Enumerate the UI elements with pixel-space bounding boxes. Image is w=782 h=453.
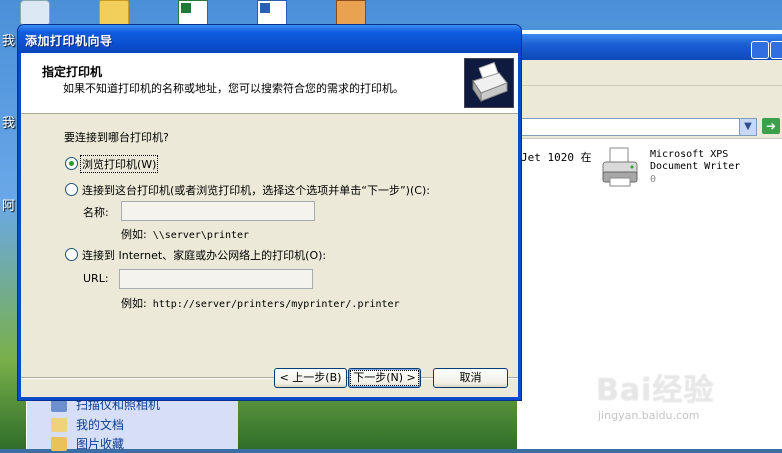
go-arrow-icon[interactable]: ➜ (762, 118, 780, 134)
next-button-label: 下一步(N) > (350, 370, 419, 386)
url-example: 例如: http://server/printers/myprinter/.pr… (121, 295, 400, 311)
example-value: \\server\printer (152, 230, 250, 241)
cancel-button[interactable]: 取消 (433, 368, 508, 388)
printer-icon[interactable] (600, 146, 642, 190)
desktop-label-fragment: 我 (2, 116, 16, 131)
wizard-header-title: 指定打印机 (42, 65, 103, 79)
dialog-client-area: 指定打印机 如果不知道打印机的名称或地址，您可以搜索符合您的需求的打印机。 要连… (21, 53, 518, 397)
back-button[interactable]: < 上一步(B) (274, 368, 347, 388)
printer-url-input[interactable] (119, 269, 313, 289)
word-file-icon[interactable] (257, 0, 287, 26)
address-input[interactable] (517, 118, 741, 136)
wizard-header-subtitle: 如果不知道打印机的名称或地址，您可以搜索符合您的需求的打印机。 (63, 82, 404, 95)
add-printer-wizard-dialog: 添加打印机向导 指定打印机 如果不知道打印机的名称或地址，您可以搜索符合您的需求… (17, 24, 522, 401)
dialog-titlebar[interactable]: 添加打印机向导 (18, 25, 521, 53)
address-bar: ▼ ➜ (517, 116, 782, 139)
task-item-my-pictures[interactable]: 图片收藏 (76, 435, 124, 453)
task-item-my-documents[interactable]: 我的文档 (76, 416, 124, 434)
printer-name-input[interactable] (121, 201, 315, 221)
desktop-icon-network[interactable] (20, 0, 50, 26)
printer-queue-count: 0 (650, 174, 657, 185)
folder-icon[interactable] (99, 0, 129, 26)
radio-label: 连接到这台打印机(或者浏览打印机，选择这个选项并单击“下一步”)(C): (82, 184, 430, 197)
desktop-label-fragment: 阿 (2, 199, 16, 214)
excel-file-icon[interactable] (178, 0, 208, 26)
name-example: 例如: \\server\printer (121, 226, 249, 242)
question-label: 要连接到哪台打印机? (64, 131, 169, 144)
radio-browse-printer[interactable] (65, 157, 78, 170)
baidu-jingyan-watermark: Bai经验 jingyan.baidu.com (596, 365, 782, 449)
desktop-label-fragment: 我 (2, 34, 16, 49)
wizard-header: 指定打印机 如果不知道打印机的名称或地址，您可以搜索符合您的需求的打印机。 (21, 53, 518, 114)
image-file-icon[interactable] (336, 0, 366, 26)
radio-label: 连接到 Internet、家庭或办公网络上的打印机(O): (82, 249, 327, 262)
printer-name-line: Document Writer (650, 161, 741, 172)
radio-label: 浏览打印机(W) (80, 155, 159, 173)
minimize-button[interactable] (751, 41, 769, 59)
example-value: http://server/printers/myprinter/.printe… (152, 299, 400, 310)
watermark-logo: Bai经验 (596, 373, 715, 408)
next-button[interactable]: 下一步(N) > (348, 368, 421, 388)
dialog-title: 添加打印机向导 (25, 34, 113, 48)
explorer-titlebar (517, 34, 782, 60)
example-prefix: 例如: (121, 297, 147, 310)
back-button-label: < 上一步(B) (279, 371, 342, 384)
example-prefix: 例如: (121, 228, 147, 241)
documents-icon (51, 418, 67, 432)
radio-connect-to-printer[interactable] (65, 183, 78, 196)
printer-wizard-icon (464, 58, 514, 108)
name-field-label: 名称: (83, 206, 109, 219)
radio-connect-internet-printer[interactable] (65, 248, 78, 261)
explorer-toolbar (517, 86, 782, 116)
printer-item-label[interactable]: Microsoft XPS Document Writer (650, 149, 740, 173)
maximize-button[interactable] (770, 41, 782, 59)
explorer-menubar (517, 60, 782, 86)
printer-name-line: Microsoft XPS (650, 149, 729, 160)
watermark-url: jingyan.baidu.com (598, 409, 700, 422)
printer-item-label[interactable]: Jet 1020 在 (521, 149, 592, 165)
url-field-label: URL: (83, 272, 109, 285)
chevron-down-icon[interactable]: ▼ (739, 118, 757, 136)
cancel-button-label: 取消 (459, 371, 482, 384)
